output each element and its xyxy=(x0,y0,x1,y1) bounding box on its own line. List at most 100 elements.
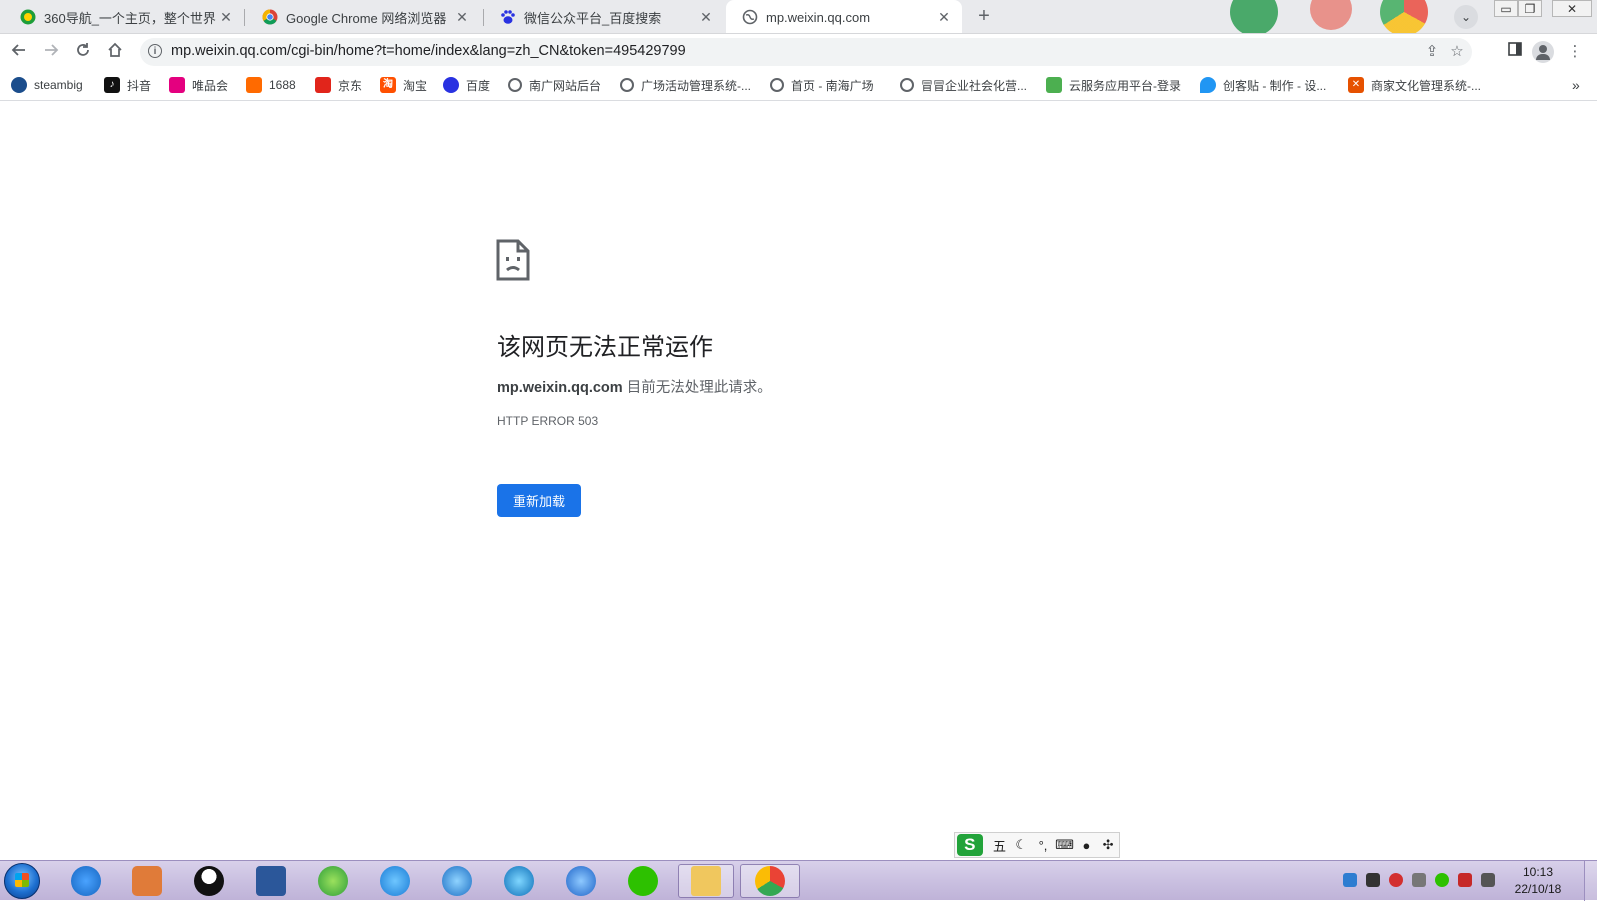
forward-button[interactable] xyxy=(40,41,62,63)
aliwangwang-icon xyxy=(380,866,410,896)
taskbar-app[interactable] xyxy=(306,864,360,898)
taskbar-app[interactable] xyxy=(492,864,546,898)
ie-icon xyxy=(566,866,596,896)
arrow-left-icon xyxy=(11,44,25,56)
bookmark-item[interactable]: 南广网站后台 xyxy=(508,75,601,95)
alibaba-1688-icon xyxy=(246,77,262,93)
punctuation-icon[interactable]: °, xyxy=(1032,838,1054,853)
show-desktop-button[interactable] xyxy=(1584,861,1597,901)
back-button[interactable] xyxy=(8,41,30,63)
tab-title: Google Chrome 网络浏览器 xyxy=(286,10,447,26)
minimize-button[interactable]: ▭ xyxy=(1494,0,1518,17)
bookmark-label: 淘宝 xyxy=(403,78,428,93)
apps-icon[interactable]: ✣ xyxy=(1097,837,1119,853)
taskbar-app[interactable] xyxy=(740,864,800,898)
moon-icon[interactable]: ☾ xyxy=(1010,837,1032,853)
close-window-button[interactable]: ✕ xyxy=(1552,0,1592,17)
error-title: 该网页无法正常运作 xyxy=(497,334,713,361)
taskbar-app[interactable] xyxy=(430,864,484,898)
tab-360-nav[interactable]: 360导航_一个主页，整个世界 ✕ xyxy=(4,0,244,33)
tray-security-icon[interactable] xyxy=(1389,873,1403,887)
close-icon[interactable]: ✕ xyxy=(698,9,714,26)
bookmark-item[interactable]: steambig xyxy=(11,75,83,95)
share-icon[interactable]: ⇪ xyxy=(1422,42,1442,62)
reload-button[interactable] xyxy=(72,41,94,63)
chuangkit-icon xyxy=(1200,77,1216,93)
bookmark-item[interactable]: 首页 - 南海广场 xyxy=(770,75,874,95)
bookmark-label: 云服务应用平台-登录 xyxy=(1069,78,1181,93)
tab-title: mp.weixin.qq.com xyxy=(766,9,871,25)
close-icon[interactable]: ✕ xyxy=(936,9,952,26)
360-browser-icon xyxy=(318,866,348,896)
close-icon[interactable]: ✕ xyxy=(218,9,234,26)
bookmark-item[interactable]: 百度 xyxy=(443,75,490,95)
menu-kebab-icon[interactable]: ⋮ xyxy=(1564,41,1586,63)
douyin-icon: ♪ xyxy=(104,77,120,93)
bookmark-item[interactable]: ✕ 商家文化管理系统-... xyxy=(1348,75,1481,95)
side-panel-glyph xyxy=(1508,42,1522,56)
bookmark-item[interactable]: 淘淘宝 xyxy=(380,75,427,95)
globe-icon xyxy=(900,78,914,92)
bookmark-star-icon[interactable]: ☆ xyxy=(1447,42,1467,62)
decor-circle xyxy=(1380,0,1428,33)
bookmark-item[interactable]: 云服务应用平台-登录 xyxy=(1046,75,1181,95)
toolbar: i mp.weixin.qq.com/cgi-bin/home?t=home/i… xyxy=(0,34,1597,69)
bookmark-item[interactable]: 冒冒企业社会化营... xyxy=(900,75,1027,95)
user-icon[interactable]: ● xyxy=(1076,838,1098,853)
url-text[interactable]: mp.weixin.qq.com/cgi-bin/home?t=home/ind… xyxy=(171,43,686,59)
tray-volume-icon[interactable] xyxy=(1481,873,1495,887)
home-button[interactable] xyxy=(104,41,126,63)
restore-button[interactable]: ❐ xyxy=(1518,0,1542,17)
profile-avatar[interactable] xyxy=(1532,41,1554,63)
bookmark-label: 唯品会 xyxy=(192,78,229,93)
steam-icon xyxy=(11,77,27,93)
taskbar-app[interactable] xyxy=(182,864,236,898)
taobao-icon: 淘 xyxy=(380,77,396,93)
ime-mode-label[interactable]: 五 xyxy=(989,836,1011,855)
tab-mp-weixin[interactable]: mp.weixin.qq.com ✕ xyxy=(726,0,962,33)
taskbar-app[interactable] xyxy=(678,864,734,898)
taskbar-app[interactable] xyxy=(244,864,298,898)
sogou-browser-icon xyxy=(71,866,101,896)
reload-page-button[interactable]: 重新加载 xyxy=(497,484,581,517)
bookmark-item[interactable]: 京东 xyxy=(315,75,362,95)
tray-network-icon[interactable] xyxy=(1343,873,1357,887)
tab-title: 360导航_一个主页，整个世界 xyxy=(44,10,216,26)
taskbar-app[interactable] xyxy=(368,864,422,898)
globe-icon xyxy=(620,78,634,92)
keyboard-icon[interactable]: ⌨ xyxy=(1054,837,1076,853)
tray-qq-icon[interactable] xyxy=(1366,873,1380,887)
globe-icon xyxy=(508,78,522,92)
bookmark-item[interactable]: 广场活动管理系统-... xyxy=(620,75,751,95)
taskbar-app[interactable] xyxy=(120,864,174,898)
bookmark-label: steambig xyxy=(34,78,83,92)
tab-separator xyxy=(244,9,245,26)
sogou-ime-icon[interactable]: S xyxy=(957,834,983,856)
bookmarks-overflow-icon[interactable]: » xyxy=(1572,75,1580,95)
new-tab-button[interactable]: + xyxy=(972,5,996,29)
start-button[interactable] xyxy=(4,863,40,899)
tab-search-icon[interactable]: ⌄ xyxy=(1454,5,1478,29)
bookmark-item[interactable]: ♪ 抖音 xyxy=(104,75,151,95)
info-icon[interactable]: i xyxy=(148,44,162,58)
jd-icon xyxy=(315,77,331,93)
side-panel-icon[interactable] xyxy=(1504,41,1526,63)
address-bar[interactable]: i mp.weixin.qq.com/cgi-bin/home?t=home/i… xyxy=(140,38,1472,66)
tab-strip: 360导航_一个主页，整个世界 ✕ Google Chrome 网络浏览器 ✕ … xyxy=(0,0,1597,34)
bookmark-item[interactable]: 1688 xyxy=(246,75,296,95)
system-clock[interactable]: 10:13 22/10/18 xyxy=(1502,864,1574,898)
word-icon xyxy=(256,866,286,896)
close-icon[interactable]: ✕ xyxy=(454,9,470,26)
taskbar-app[interactable] xyxy=(59,864,113,898)
tray-display-icon[interactable] xyxy=(1412,873,1426,887)
bookmark-label: 抖音 xyxy=(127,78,152,93)
bookmark-item[interactable]: 唯品会 xyxy=(169,75,228,95)
tray-flag-icon[interactable] xyxy=(1458,873,1472,887)
tab-chrome[interactable]: Google Chrome 网络浏览器 ✕ xyxy=(246,0,480,33)
taskbar-app[interactable] xyxy=(554,864,608,898)
taskbar-app[interactable] xyxy=(616,864,670,898)
bookmark-item[interactable]: 创客贴 - 制作 - 设... xyxy=(1200,75,1326,95)
tab-baidu-search[interactable]: 微信公众平台_百度搜索 ✕ xyxy=(484,0,724,33)
globe-icon xyxy=(742,9,758,25)
tray-wechat-icon[interactable] xyxy=(1435,873,1449,887)
